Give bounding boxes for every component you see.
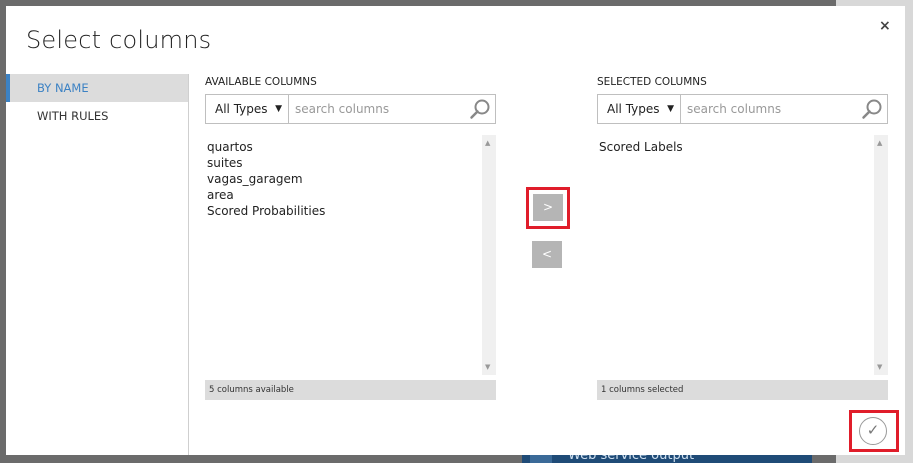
sidebar-item-with-rules[interactable]: WITH RULES — [6, 102, 188, 130]
selected-search-placeholder: search columns — [687, 102, 782, 116]
available-search-input[interactable]: search columns — [289, 94, 496, 124]
list-item[interactable]: Scored Probabilities — [205, 203, 325, 219]
list-item[interactable]: vagas_garagem — [205, 171, 325, 187]
checkmark-icon: ✓ — [866, 421, 880, 439]
available-type-filter[interactable]: All Types ▼ — [205, 94, 289, 124]
selected-type-filter-value: All Types — [607, 102, 660, 116]
sidebar-item-by-name[interactable]: BY NAME — [6, 74, 188, 102]
select-columns-dialog: Select columns × BY NAME WITH RULES AVAI… — [6, 6, 905, 455]
search-icon[interactable] — [861, 98, 883, 120]
available-columns-list[interactable]: quartos suites vagas_garagem area Scored Pro… — [205, 135, 496, 375]
available-filter-row: All Types ▼ search columns — [205, 94, 496, 124]
list-item[interactable]: Scored Labels — [597, 139, 683, 155]
list-item[interactable]: quartos — [205, 139, 325, 155]
selected-columns-heading: SELECTED COLUMNS — [597, 76, 707, 88]
available-search-placeholder: search columns — [295, 102, 390, 116]
close-icon[interactable]: × — [879, 18, 891, 34]
selected-columns-list[interactable]: Scored Labels ▲ ▼ — [597, 135, 888, 375]
selected-scrollbar[interactable]: ▲ ▼ — [874, 135, 888, 375]
list-item[interactable]: area — [205, 187, 325, 203]
scroll-down-icon[interactable]: ▼ — [485, 363, 490, 371]
list-item[interactable]: suites — [205, 155, 325, 171]
sidebar: BY NAME WITH RULES — [6, 74, 189, 455]
chevron-down-icon: ▼ — [667, 104, 674, 114]
dialog-title: Select columns — [26, 26, 212, 54]
available-columns-heading: AVAILABLE COLUMNS — [205, 76, 317, 88]
selected-filter-row: All Types ▼ search columns — [597, 94, 888, 124]
add-column-button[interactable]: > — [533, 194, 563, 221]
available-items: quartos suites vagas_garagem area Scored Pro… — [205, 139, 325, 219]
available-type-filter-value: All Types — [215, 102, 268, 116]
chevron-down-icon: ▼ — [275, 104, 282, 114]
selected-type-filter[interactable]: All Types ▼ — [597, 94, 681, 124]
available-status: 5 columns available — [205, 380, 496, 400]
ok-button[interactable]: ✓ — [859, 417, 887, 445]
scroll-up-icon[interactable]: ▲ — [877, 139, 882, 147]
selected-items: Scored Labels — [597, 139, 683, 155]
available-scrollbar[interactable]: ▲ ▼ — [482, 135, 496, 375]
selected-search-input[interactable]: search columns — [681, 94, 888, 124]
remove-column-button[interactable]: < — [532, 241, 562, 268]
selected-status: 1 columns selected — [597, 380, 888, 400]
scroll-down-icon[interactable]: ▼ — [877, 363, 882, 371]
scroll-up-icon[interactable]: ▲ — [485, 139, 490, 147]
search-icon[interactable] — [469, 98, 491, 120]
